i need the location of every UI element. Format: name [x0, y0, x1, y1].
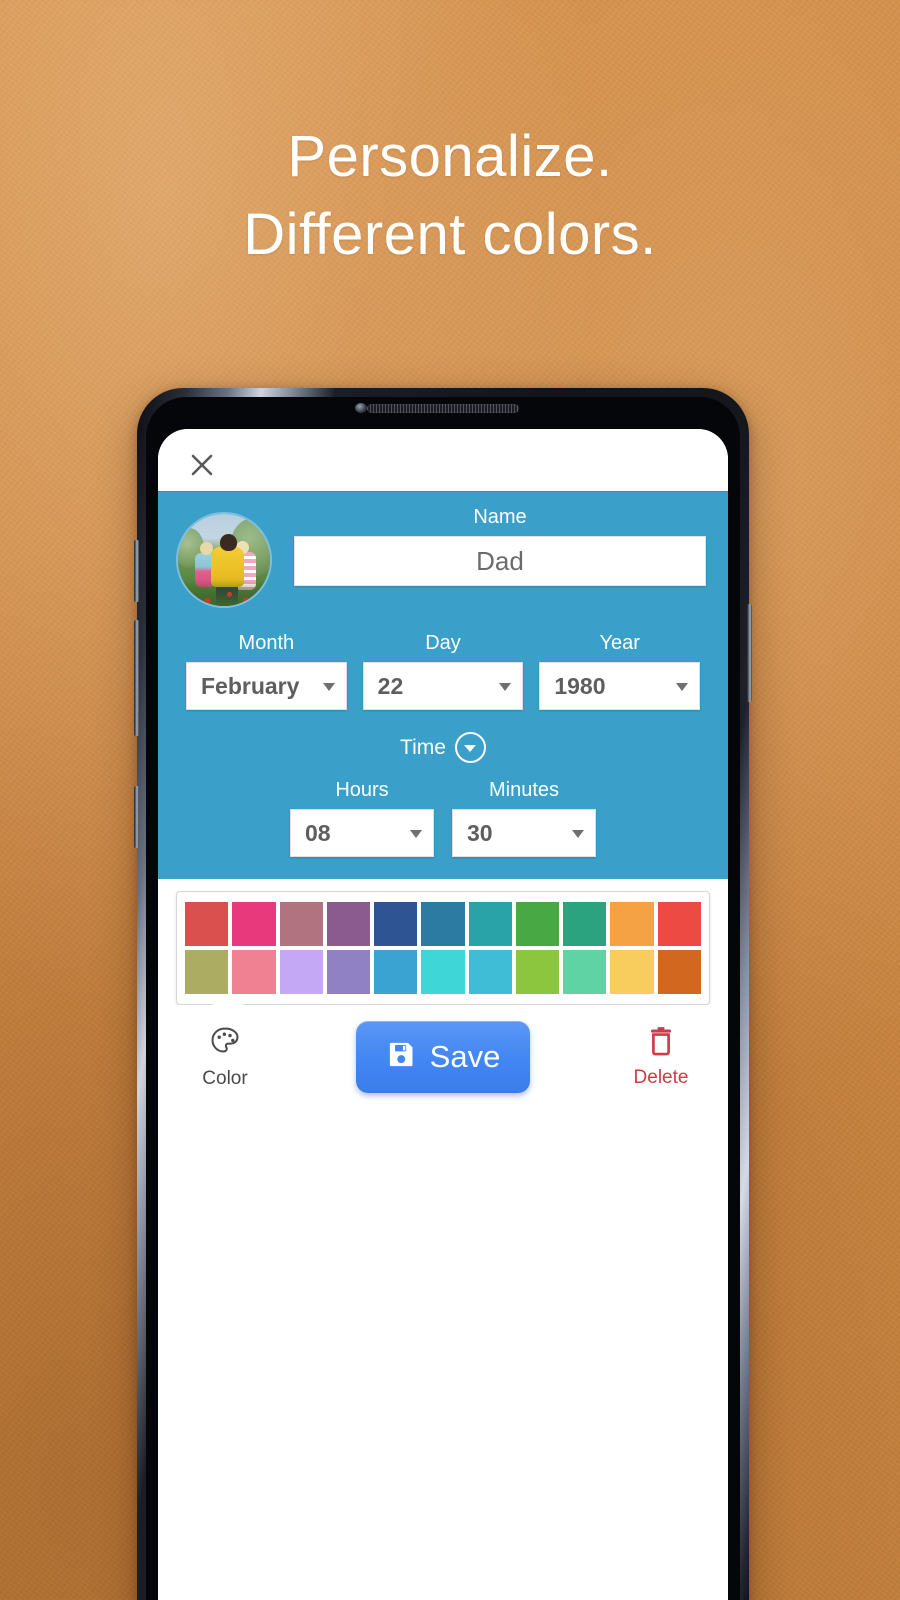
time-toggle[interactable]: Time [158, 732, 728, 763]
time-toggle-label: Time [400, 735, 446, 759]
chevron-down-icon [676, 683, 689, 691]
color-swatch[interactable] [515, 950, 560, 994]
trash-icon [645, 1025, 677, 1062]
name-row: Name Dad [158, 506, 728, 606]
chevron-down-icon [499, 683, 512, 691]
color-palette-area [158, 879, 728, 1005]
year-label: Year [599, 632, 640, 654]
color-swatch[interactable] [185, 950, 229, 994]
headline-line-2: Different colors. [243, 201, 657, 267]
color-swatch[interactable] [374, 902, 418, 946]
phone-power-button[interactable] [747, 604, 752, 702]
phone-mockup: Name Dad Month February Day 22 Year 1980… [134, 388, 752, 1600]
save-button[interactable]: Save [355, 1021, 531, 1093]
phone-side-button-left-3[interactable] [134, 786, 139, 848]
color-swatch[interactable] [185, 902, 229, 946]
color-swatch[interactable] [232, 950, 276, 994]
time-row: Hours 08 Minutes 30 [158, 763, 728, 857]
hours-select[interactable]: 08 [290, 809, 434, 857]
delete-button-label: Delete [633, 1067, 689, 1088]
month-value: February [201, 672, 300, 699]
save-button-label: Save [429, 1039, 501, 1074]
day-label: Day [425, 632, 461, 654]
year-select[interactable]: 1980 [539, 662, 701, 710]
year-value: 1980 [554, 672, 606, 699]
color-swatch[interactable] [421, 950, 465, 994]
month-label: Month [238, 632, 295, 654]
minutes-select[interactable]: 30 [452, 809, 596, 857]
avatar[interactable] [178, 514, 270, 606]
palette-row-2 [185, 950, 701, 994]
headline-line-1: Personalize. [287, 124, 613, 189]
palette-row-1 [185, 902, 701, 946]
color-swatch[interactable] [657, 950, 701, 994]
chevron-down-icon [410, 830, 422, 838]
color-button-label: Color [202, 1068, 248, 1089]
action-bar: Color Save Delete [158, 1005, 728, 1109]
day-select[interactable]: 22 [362, 662, 524, 710]
color-swatch[interactable] [610, 902, 654, 946]
hours-field-group: Hours 08 [290, 779, 434, 857]
color-swatch[interactable] [468, 950, 512, 994]
palette-icon [208, 1024, 242, 1063]
month-field-group: Month February [186, 632, 347, 710]
color-swatch[interactable] [279, 950, 323, 994]
day-field-group: Day 22 [362, 632, 524, 710]
chevron-down-icon [322, 683, 335, 691]
app-header [158, 429, 728, 491]
floppy-save-icon [386, 1039, 417, 1075]
name-field-group: Name Dad [294, 506, 706, 586]
color-button[interactable]: Color [182, 1024, 268, 1090]
close-icon[interactable] [188, 451, 216, 479]
earpiece-speaker [367, 404, 519, 413]
contact-form-panel: Name Dad Month February Day 22 Year 1980… [158, 491, 728, 879]
promo-headline: Personalize. Different colors. [0, 118, 900, 273]
color-swatch[interactable] [610, 950, 654, 994]
delete-button[interactable]: Delete [618, 1025, 704, 1089]
hours-label: Hours [335, 779, 389, 801]
color-swatch[interactable] [326, 902, 371, 946]
color-swatch[interactable] [374, 950, 418, 994]
color-swatch[interactable] [326, 950, 371, 994]
phone-volume-button[interactable] [134, 620, 139, 736]
color-swatch[interactable] [515, 902, 560, 946]
phone-side-button-left-1[interactable] [134, 540, 139, 602]
color-swatch[interactable] [657, 902, 701, 946]
front-camera-icon [355, 403, 367, 413]
chevron-down-circle-icon [454, 732, 486, 763]
color-swatch[interactable] [468, 902, 512, 946]
minutes-field-group: Minutes 30 [452, 779, 596, 857]
phone-screen: Name Dad Month February Day 22 Year 1980… [158, 429, 728, 1600]
empty-content-area [158, 1109, 728, 1600]
minutes-value: 30 [467, 819, 493, 846]
color-swatch[interactable] [279, 902, 323, 946]
chevron-down-icon [572, 830, 584, 838]
name-label: Name [473, 506, 527, 528]
day-value: 22 [377, 672, 404, 699]
minutes-label: Minutes [488, 779, 560, 801]
color-swatch[interactable] [563, 950, 607, 994]
color-swatch[interactable] [563, 902, 607, 946]
name-input[interactable]: Dad [294, 536, 706, 586]
color-swatch[interactable] [232, 902, 276, 946]
phone-bezel: Name Dad Month February Day 22 Year 1980… [146, 397, 740, 1600]
month-select[interactable]: February [186, 662, 347, 710]
year-field-group: Year 1980 [539, 632, 701, 710]
color-swatch[interactable] [421, 902, 465, 946]
color-palette-popover [176, 891, 710, 1005]
date-row: Month February Day 22 Year 1980 [158, 606, 728, 710]
hours-value: 08 [305, 819, 331, 846]
avatar-photo [178, 514, 270, 606]
